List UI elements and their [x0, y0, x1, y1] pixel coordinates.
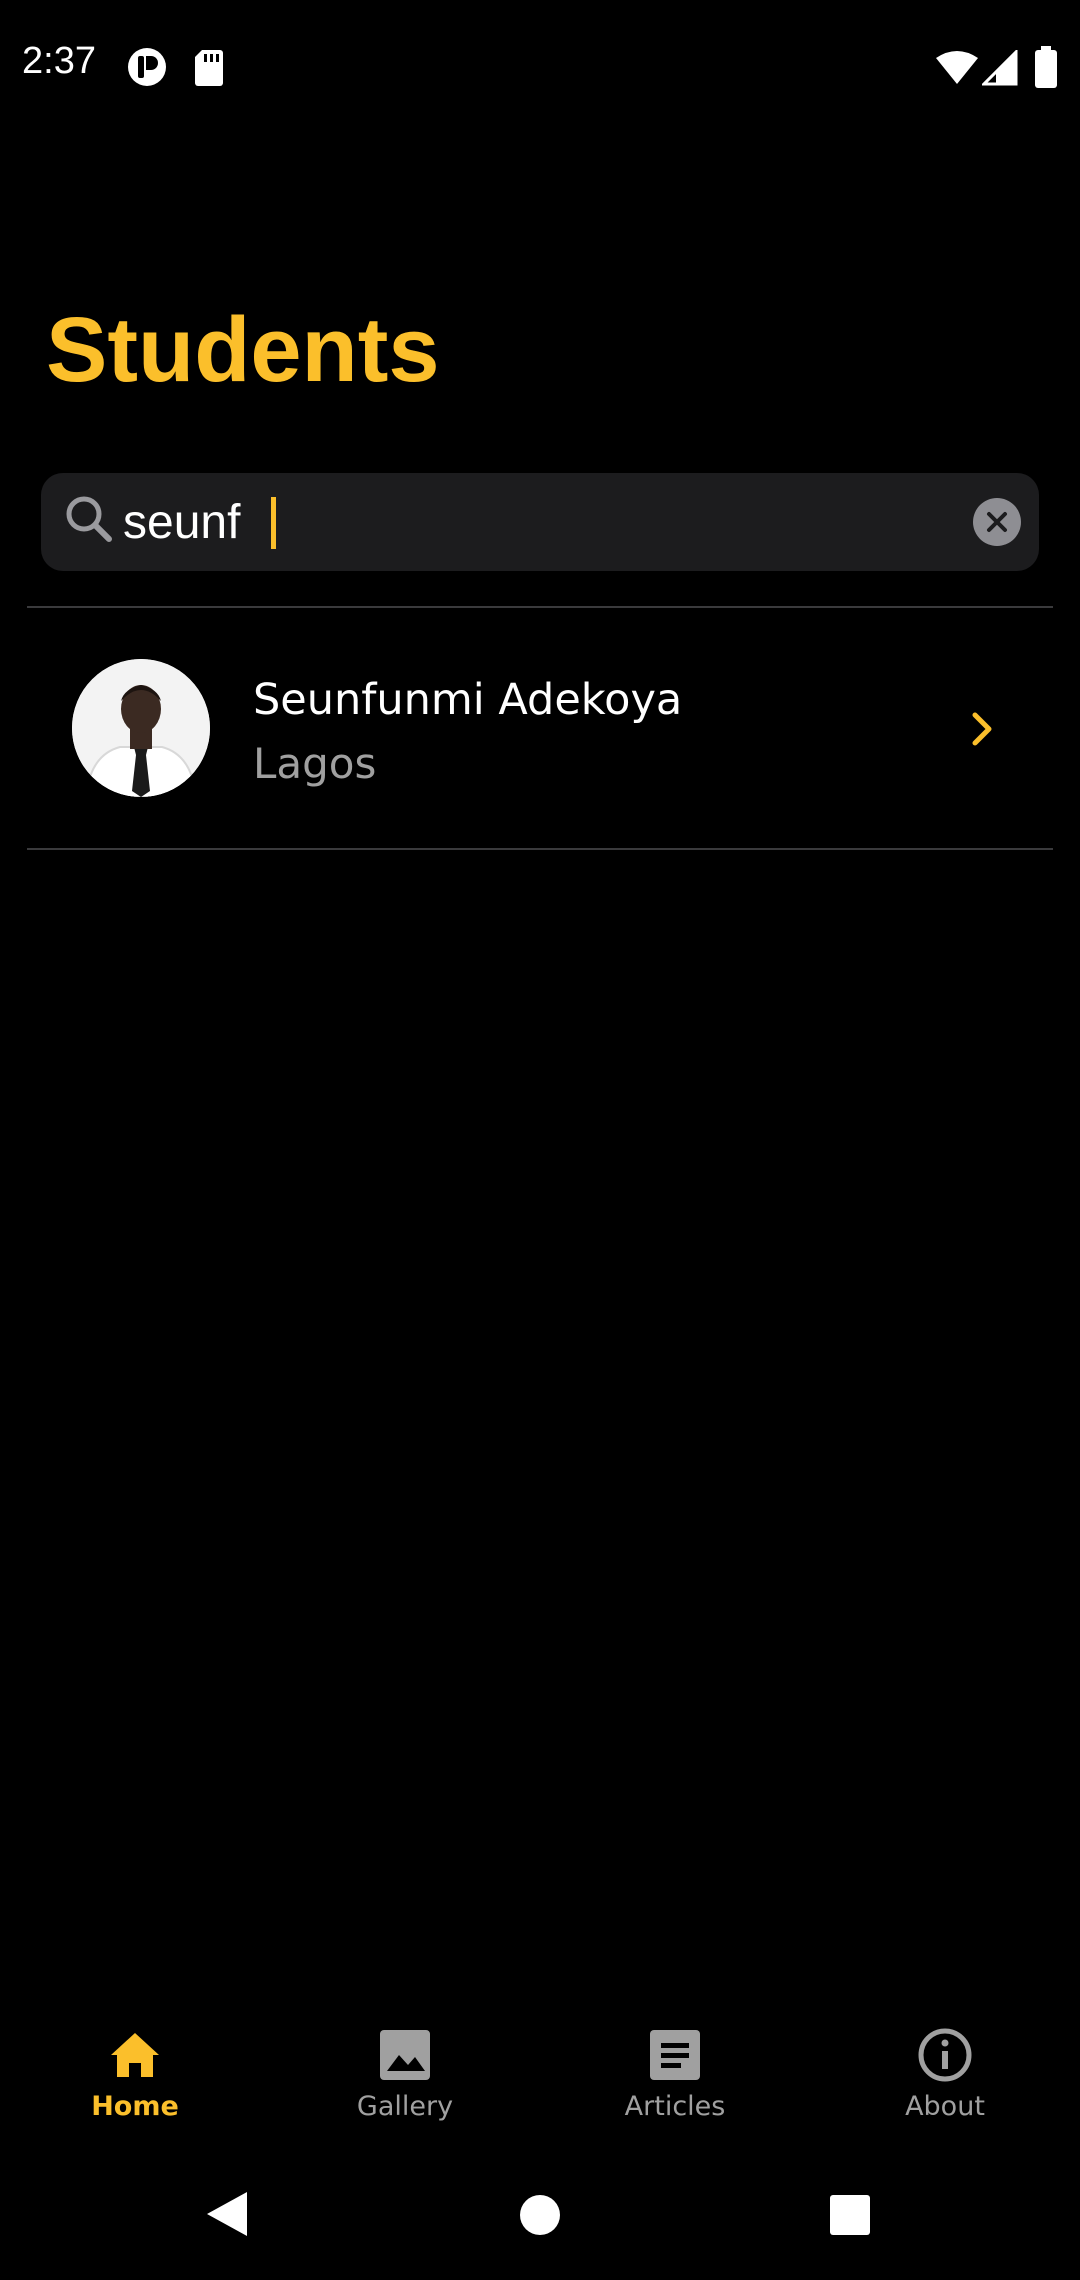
- clear-search-button[interactable]: [973, 498, 1021, 546]
- chevron-right-icon: [972, 712, 992, 746]
- clear-icon: [987, 512, 1007, 532]
- back-icon[interactable]: [203, 2190, 249, 2238]
- system-nav: [0, 2160, 1080, 2280]
- signal-icon: [982, 50, 1018, 86]
- image-icon: [380, 2030, 430, 2080]
- sd-card-icon: [195, 50, 223, 86]
- article-icon: [650, 2030, 700, 2080]
- bottom-nav: Home Gallery Articles About: [0, 1995, 1080, 2135]
- text-caret: [271, 497, 276, 549]
- nav-label-home: Home: [91, 2091, 179, 2122]
- list-item[interactable]: Seunfunmi Adekoya Lagos: [27, 609, 1053, 847]
- home-icon: [111, 2033, 159, 2077]
- divider-bottom: [27, 848, 1053, 850]
- search-bar[interactable]: [41, 473, 1039, 571]
- nav-label-about: About: [905, 2091, 985, 2122]
- nav-label-gallery: Gallery: [356, 2091, 454, 2122]
- nav-item-articles[interactable]: Articles: [540, 1995, 810, 2135]
- nav-item-gallery[interactable]: Gallery: [270, 1995, 540, 2135]
- divider-top: [27, 606, 1053, 608]
- recents-icon[interactable]: [828, 2193, 872, 2237]
- media-app-icon: [128, 48, 166, 86]
- nav-label-articles: Articles: [624, 2091, 726, 2122]
- nav-item-home[interactable]: Home: [0, 1995, 270, 2135]
- status-bar: 2:37: [0, 0, 1080, 136]
- page-title: Students: [46, 299, 440, 401]
- battery-icon: [1035, 46, 1057, 88]
- student-location: Lagos: [253, 739, 377, 788]
- student-name: Seunfunmi Adekoya: [253, 675, 683, 725]
- status-time: 2:37: [22, 40, 96, 82]
- avatar: [72, 659, 210, 797]
- search-icon: [66, 496, 112, 542]
- search-input[interactable]: [123, 487, 943, 557]
- avatar-image: [72, 659, 210, 797]
- home-circle-icon[interactable]: [519, 2194, 561, 2236]
- info-icon: [918, 2028, 972, 2082]
- wifi-icon: [936, 51, 978, 84]
- nav-item-about[interactable]: About: [810, 1995, 1080, 2135]
